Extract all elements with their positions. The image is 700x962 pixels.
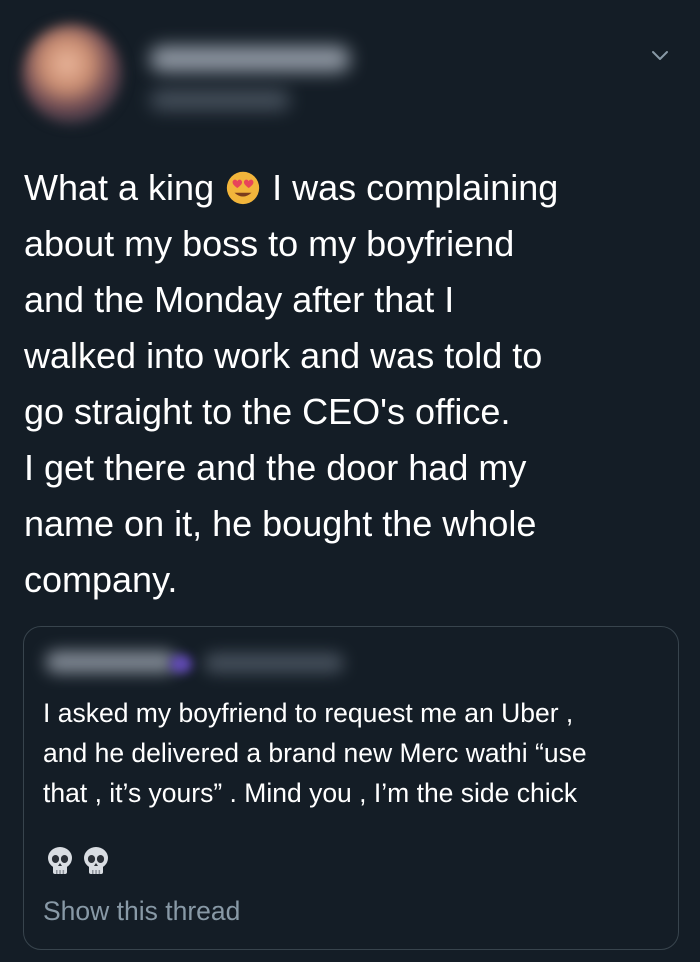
tweet-line: company.: [24, 559, 178, 600]
tweet[interactable]: What a king I was complaining about my bo…: [0, 0, 700, 962]
chevron-down-icon[interactable]: [648, 44, 672, 68]
quoted-author-handle-redacted: [204, 653, 344, 673]
heart-eyes-emoji-icon: [226, 171, 260, 205]
tweet-line: I was complaining: [272, 167, 559, 208]
tweet-line: go straight to the CEO's office.: [24, 391, 511, 432]
tweet-text: What a king I was complaining about my bo…: [24, 160, 684, 608]
quote-line: I asked my boyfriend to request me an Ub…: [43, 698, 574, 728]
skull-emoji-row: [45, 845, 111, 877]
tweet-line: What a king: [24, 167, 215, 208]
quoted-author-name-redacted: [46, 651, 176, 673]
author-avatar[interactable]: [22, 24, 122, 124]
quoted-author-emoji-redacted: [170, 655, 192, 673]
tweet-line: about my boss to my boyfriend: [24, 223, 515, 264]
tweet-line: name on it, he bought the whole: [24, 503, 537, 544]
skull-emoji-icon: [48, 847, 72, 874]
author-name-redacted[interactable]: [150, 46, 350, 72]
show-thread-link[interactable]: Show this thread: [43, 893, 240, 929]
tweet-line: walked into work and was told to: [24, 335, 543, 376]
skull-emoji-icon: [84, 847, 108, 874]
tweet-line: and the Monday after that I: [24, 279, 455, 320]
tweet-line: I get there and the door had my: [24, 447, 527, 488]
author-handle-redacted: [150, 90, 290, 110]
quoted-tweet-text: I asked my boyfriend to request me an Ub…: [43, 693, 663, 813]
quoted-tweet-card[interactable]: I asked my boyfriend to request me an Ub…: [23, 626, 679, 950]
quote-line: and he delivered a brand new Merc wathi …: [43, 738, 587, 768]
quote-line: that , it’s yours” . Mind you , I’m the …: [43, 778, 578, 808]
